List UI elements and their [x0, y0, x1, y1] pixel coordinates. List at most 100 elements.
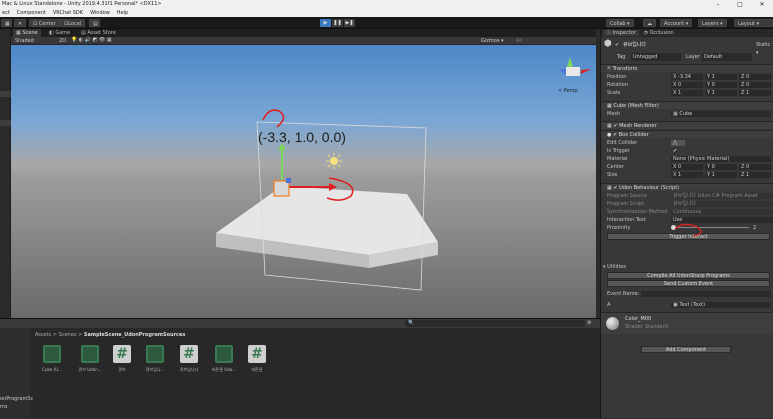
- account-dropdown[interactable]: Account ▾: [660, 19, 693, 27]
- tag-dropdown[interactable]: Untagged: [631, 53, 681, 61]
- rotation-y-field[interactable]: Y 0: [705, 82, 737, 88]
- scene-view-icons[interactable]: 💡 ◐ 🔊 ◩ 👁 ▦: [71, 37, 112, 43]
- size-x-field[interactable]: X 1: [671, 172, 703, 178]
- transform-tools-icon[interactable]: ✕: [14, 19, 26, 27]
- layout-dropdown[interactable]: Layout ▾: [734, 19, 773, 27]
- scale-x-field[interactable]: X 1: [671, 90, 703, 96]
- rotation-x-field[interactable]: X 0: [671, 82, 703, 88]
- asset-item[interactable]: 큐브입니...: [141, 345, 169, 373]
- selected-cube[interactable]: [273, 180, 290, 197]
- transform-header[interactable]: ⤧ Transform: [601, 64, 773, 72]
- folder-item[interactable]: ms: [0, 404, 7, 410]
- size-row: Size X 1 Y 1 Z 1: [601, 171, 773, 179]
- light-icon[interactable]: [330, 157, 338, 165]
- program-script-field[interactable]: 큐브입니다: [671, 201, 773, 207]
- collab-dropdown[interactable]: Collab ▾: [606, 19, 634, 27]
- active-checkbox[interactable]: ✔: [615, 41, 619, 49]
- scene-search-input[interactable]: All: [516, 38, 522, 44]
- asset-item[interactable]: # 큐브: [108, 345, 136, 373]
- is-trigger-checkbox[interactable]: ✔: [671, 148, 677, 154]
- material-sphere-icon: [606, 317, 619, 330]
- cloud-icon[interactable]: ☁: [643, 19, 656, 27]
- asset-item[interactable]: # 큐브입니다: [175, 345, 203, 373]
- folder-item[interactable]: onProgramSc: [0, 396, 33, 402]
- close-button[interactable]: ✕: [751, 0, 773, 9]
- breadcrumb-folder[interactable]: SampleScene_UdonProgramSources: [84, 332, 186, 338]
- mesh-renderer-header[interactable]: ▦ ✔ Mesh Renderer: [601, 121, 773, 129]
- event-name-input[interactable]: [641, 291, 771, 297]
- breadcrumb-assets[interactable]: Assets: [35, 332, 51, 338]
- asset-item[interactable]: # 버튼용: [243, 345, 271, 373]
- grid-tool-icon[interactable]: ▦: [1, 19, 12, 27]
- center-z-field[interactable]: Z 0: [739, 164, 771, 170]
- step-button[interactable]: ▶❚: [344, 19, 355, 27]
- breadcrumb-scenes[interactable]: Scenes: [59, 332, 77, 338]
- position-z-field[interactable]: Z 0: [739, 74, 771, 80]
- utilities-foldout[interactable]: ▾ Utilities: [601, 263, 773, 271]
- scene-viewport[interactable]: (-3.3, 1.0, 0.0) < Persp: [11, 45, 596, 318]
- material-section[interactable]: Color_M00 Shader Standard: [601, 312, 773, 334]
- snap-icon[interactable]: ▤: [89, 19, 100, 27]
- position-y-field[interactable]: Y 1: [705, 74, 737, 80]
- mesh-filter-header[interactable]: ▦ Cube (Mesh Filter): [601, 101, 773, 109]
- center-y-field[interactable]: Y 0: [705, 164, 737, 170]
- compile-all-button[interactable]: Compile All UdonSharp Programs: [607, 272, 770, 279]
- box-collider-header[interactable]: ● ✔ Box Collider: [601, 130, 773, 138]
- layers-dropdown[interactable]: Layers ▾: [698, 19, 727, 27]
- asset-item[interactable]: 큐브 Udon...: [76, 345, 104, 373]
- scale-y-field[interactable]: Y 1: [705, 90, 737, 96]
- rotation-z-field[interactable]: Z 0: [739, 82, 771, 88]
- play-button[interactable]: ▶: [320, 19, 331, 27]
- size-y-field[interactable]: Y 1: [705, 172, 737, 178]
- mesh-field[interactable]: ▦ Cube: [671, 111, 771, 117]
- center-x-field[interactable]: X 0: [671, 164, 703, 170]
- scale-z-value: 1: [746, 90, 750, 96]
- udon-behaviour-header[interactable]: ▦ ✔ Udon Behaviour (Script): [601, 183, 773, 191]
- material-name: Color_M00: [625, 316, 652, 322]
- edit-collider-button[interactable]: ⋀: [671, 140, 685, 146]
- scale-z-field[interactable]: Z 1: [739, 90, 771, 96]
- menu-project[interactable]: ect: [2, 9, 10, 17]
- gizmo-z-handle[interactable]: [286, 178, 291, 183]
- menu-help[interactable]: Help: [117, 9, 128, 17]
- program-source-field[interactable]: 큐브입니다 Udon C# Program Asset: [671, 193, 773, 199]
- object-name-field[interactable]: 큐브입니다: [623, 41, 646, 49]
- add-component-button[interactable]: Add Component: [641, 346, 731, 353]
- gizmos-dropdown[interactable]: Gizmos ▾: [481, 38, 504, 44]
- physic-material-field[interactable]: None (Physic Material): [671, 156, 771, 162]
- shader-dropdown[interactable]: Standard: [645, 324, 668, 330]
- project-toolbar-icons[interactable]: ⚙: [587, 320, 591, 326]
- persp-label[interactable]: < Persp: [558, 88, 578, 94]
- hierarchy-row[interactable]: [0, 91, 11, 97]
- shading-mode-dropdown[interactable]: Shaded: [15, 38, 34, 44]
- tab-inspector[interactable]: ⓘ Inspector: [603, 30, 639, 36]
- position-x-field[interactable]: X -3.34: [671, 74, 703, 80]
- minimize-button[interactable]: –: [707, 0, 729, 9]
- var-a-field[interactable]: ▣ Text (Text): [671, 302, 771, 308]
- orient-x-icon: [581, 69, 591, 74]
- project-search-input[interactable]: 🔍: [405, 320, 585, 327]
- orientation-gizmo[interactable]: [559, 57, 591, 76]
- send-custom-event-button[interactable]: Send Custom Event: [607, 280, 770, 287]
- hierarchy-row[interactable]: [0, 120, 11, 126]
- proximity-value[interactable]: 2: [753, 224, 756, 232]
- menu-vrchat-sdk[interactable]: VRChat SDK: [53, 9, 83, 17]
- material-label: Material: [607, 156, 628, 162]
- asset-item[interactable]: Cube (U...: [38, 345, 66, 372]
- tab-asset-store[interactable]: ▤ Asset Store: [78, 29, 119, 37]
- tab-game[interactable]: ◧ Game: [46, 29, 73, 37]
- tab-occlusion[interactable]: ◔ Occlusion: [641, 30, 677, 36]
- sync-method-dropdown[interactable]: Continuous: [671, 209, 773, 215]
- layer-dropdown[interactable]: Default: [702, 53, 752, 61]
- tab-scene[interactable]: ▦ Scene: [13, 29, 41, 37]
- maximize-button[interactable]: □: [729, 0, 751, 9]
- pause-button[interactable]: ❚❚: [332, 19, 343, 27]
- csharp-script-icon: #: [180, 345, 198, 363]
- asset-item[interactable]: 버튼용 Udo...: [210, 345, 238, 373]
- menu-window[interactable]: Window: [90, 9, 110, 17]
- pivot-center-button[interactable]: ⊡ Center: [29, 19, 60, 27]
- 2d-toggle[interactable]: 2D: [59, 38, 66, 44]
- menu-component[interactable]: Component: [17, 9, 46, 17]
- pivot-local-button[interactable]: ⊡Local: [60, 19, 86, 27]
- size-z-field[interactable]: Z 1: [739, 172, 771, 178]
